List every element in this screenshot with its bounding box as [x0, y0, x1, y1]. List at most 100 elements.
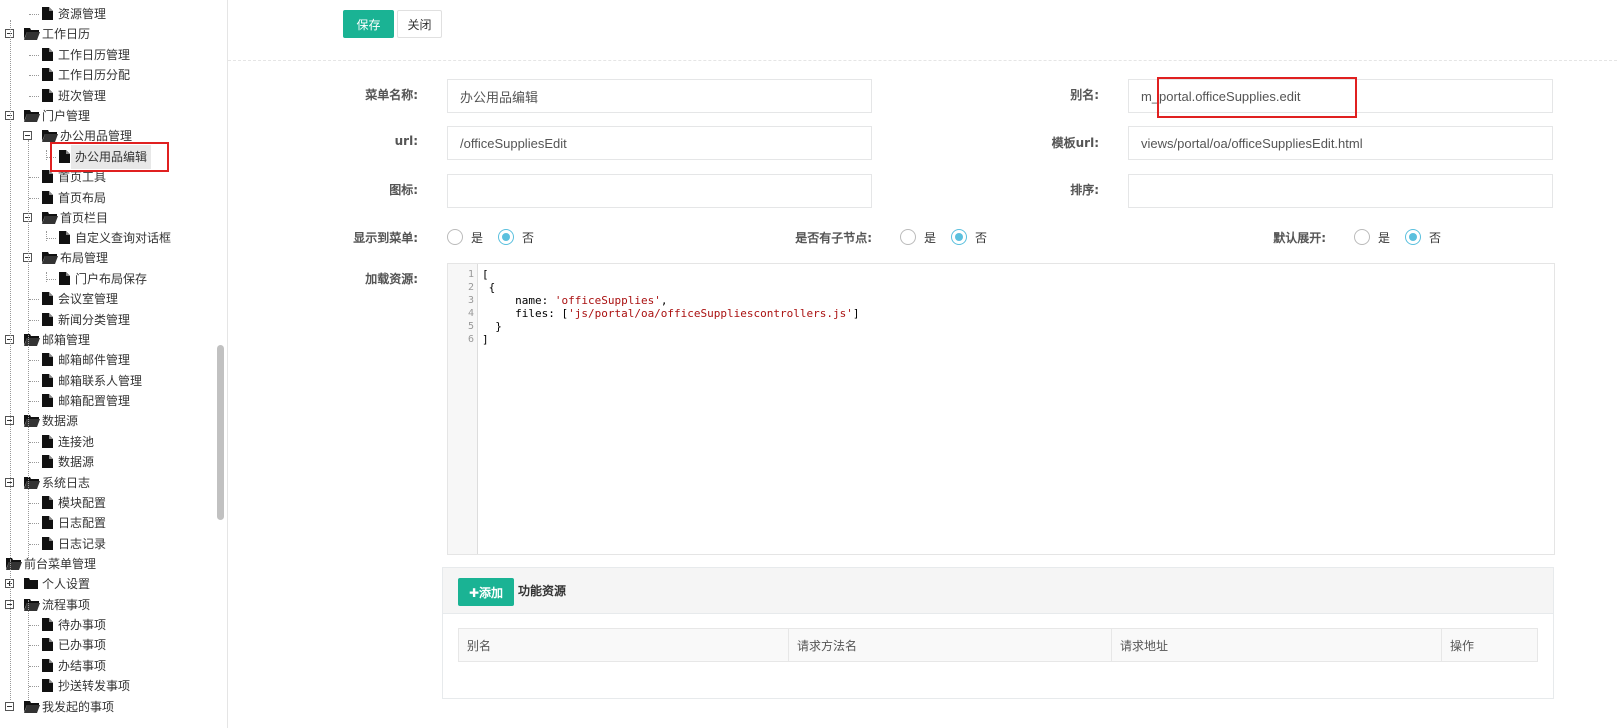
code-line: ]	[482, 333, 489, 346]
sidebar-item-label: 数据源	[58, 455, 95, 469]
sidebar-item-26[interactable]: 日志记录	[0, 534, 215, 554]
sidebar-item-3[interactable]: 工作日历分配	[0, 65, 215, 85]
tree-guide-line	[46, 231, 47, 241]
folder-open-icon	[42, 211, 58, 224]
sidebar-scrollbar[interactable]	[217, 345, 224, 520]
code-line: files: ['js/portal/oa/officeSuppliescont…	[482, 307, 860, 320]
sidebar-item-20[interactable]: 数据源	[0, 411, 215, 431]
sidebar-item-label: 资源管理	[58, 7, 107, 21]
sidebar-item-label: 流程事项	[42, 598, 91, 612]
tree-connector-line	[29, 666, 39, 667]
url-input[interactable]	[447, 126, 872, 160]
sidebar-item-16[interactable]: 邮箱管理	[0, 330, 215, 350]
sidebar-item-25[interactable]: 日志配置	[0, 513, 215, 533]
default-expand-no-radio[interactable]	[1405, 229, 1421, 245]
tree-connector-line	[29, 14, 39, 15]
default-expand-yes-radio[interactable]	[1354, 229, 1370, 245]
folder-open-icon	[24, 333, 40, 346]
plus-icon: ✚	[468, 586, 480, 600]
file-icon	[42, 68, 53, 81]
default-expand-no-label: 否	[1429, 231, 1442, 245]
tree-guide-line	[46, 150, 47, 160]
tree-connector-line	[29, 55, 39, 56]
function-resources-panel: ✚添加 功能资源 别名 请求方法名 请求地址 操作	[442, 567, 1554, 699]
file-icon	[42, 618, 53, 631]
has-children-yes-radio[interactable]	[900, 229, 916, 245]
default-expand-yes-label: 是	[1378, 231, 1391, 245]
tree-connector-line	[29, 299, 39, 300]
code-line: [	[482, 268, 489, 281]
sidebar-item-21[interactable]: 连接池	[0, 432, 215, 452]
sidebar-item-19[interactable]: 邮箱配置管理	[0, 391, 215, 411]
folder-open-icon	[24, 598, 40, 611]
sidebar-item-label: 系统日志	[42, 476, 91, 490]
sidebar-item-31[interactable]: 已办事项	[0, 635, 215, 655]
tree-guide-line	[10, 20, 11, 560]
close-button[interactable]: 关闭	[397, 10, 442, 38]
sidebar-item-11[interactable]: 自定义查询对话框	[0, 228, 215, 248]
sidebar-item-34[interactable]: 我发起的事项	[0, 697, 215, 717]
save-button[interactable]: 保存	[343, 10, 394, 38]
sidebar-item-label: 我发起的事项	[42, 700, 115, 714]
collapse-toggle-icon[interactable]	[5, 702, 14, 711]
sidebar-item-label: 门户布局保存	[75, 272, 148, 286]
tree-guide-line	[46, 272, 47, 282]
add-resource-button[interactable]: ✚添加	[458, 578, 514, 606]
has-children-no-radio[interactable]	[951, 229, 967, 245]
sidebar-item-13[interactable]: 门户布局保存	[0, 269, 215, 289]
sidebar-item-33[interactable]: 抄送转发事项	[0, 676, 215, 696]
tree-connector-line	[29, 686, 39, 687]
sidebar-item-label: 待办事项	[58, 618, 107, 632]
file-icon	[42, 353, 53, 366]
template-url-label: 模板url:	[1051, 136, 1099, 150]
sidebar-item-label: 工作日历分配	[58, 68, 131, 82]
sidebar-item-5[interactable]: 门户管理	[0, 106, 215, 126]
folder-open-icon	[42, 129, 58, 142]
tree-connector-line	[29, 462, 39, 463]
sidebar-item-30[interactable]: 待办事项	[0, 615, 215, 635]
sidebar-item-4[interactable]: 班次管理	[0, 86, 215, 106]
collapse-toggle-icon[interactable]	[23, 131, 32, 140]
show-in-menu-yes-radio[interactable]	[447, 229, 463, 245]
code-line: {	[482, 281, 496, 294]
sidebar-item-0[interactable]: 资源管理	[0, 4, 215, 24]
line-number: 4	[467, 308, 474, 319]
file-icon	[42, 191, 53, 204]
show-in-menu-no-radio[interactable]	[498, 229, 514, 245]
sidebar-item-14[interactable]: 会议室管理	[0, 289, 215, 309]
sidebar-item-23[interactable]: 系统日志	[0, 473, 215, 493]
sidebar-item-32[interactable]: 办结事项	[0, 656, 215, 676]
sidebar-item-label: 日志记录	[58, 537, 107, 551]
file-icon	[42, 537, 53, 550]
sidebar-item-12[interactable]: 布局管理	[0, 248, 215, 268]
sidebar-item-label: 门户管理	[42, 109, 91, 123]
sidebar-item-18[interactable]: 邮箱联系人管理	[0, 371, 215, 391]
column-header-alias: 别名	[458, 628, 789, 662]
load-resources-label: 加载资源:	[365, 272, 418, 286]
file-icon	[42, 48, 53, 61]
icon-input[interactable]	[447, 174, 872, 208]
sidebar-item-22[interactable]: 数据源	[0, 452, 215, 472]
sidebar-item-1[interactable]: 工作日历	[0, 24, 215, 44]
file-icon	[42, 7, 53, 20]
sidebar-item-17[interactable]: 邮箱邮件管理	[0, 350, 215, 370]
has-children-yes-label: 是	[924, 231, 937, 245]
sidebar-item-15[interactable]: 新闻分类管理	[0, 310, 215, 330]
sidebar: 资源管理 工作日历 工作日历管理 工作日历分配 班次管理 门户管理 办公用品管理 办公用品编辑…	[0, 0, 228, 728]
sidebar-item-27[interactable]: 前台菜单管理	[0, 554, 215, 574]
sidebar-item-29[interactable]: 流程事项	[0, 595, 215, 615]
menu-name-input[interactable]	[447, 79, 872, 113]
folder-open-icon	[6, 557, 22, 570]
code-editor[interactable]: 1 2 3 4 5 6 [ { name: 'officeSupplies', files…	[447, 263, 1555, 555]
sidebar-item-24[interactable]: 模块配置	[0, 493, 215, 513]
line-number: 6	[467, 334, 474, 345]
sidebar-item-2[interactable]: 工作日历管理	[0, 45, 215, 65]
default-expand-label: 默认展开:	[1273, 231, 1326, 245]
template-url-input[interactable]	[1128, 126, 1553, 160]
sidebar-item-9[interactable]: 首页布局	[0, 188, 215, 208]
sidebar-item-label: 工作日历	[42, 27, 91, 41]
sidebar-item-10[interactable]: 首页栏目	[0, 208, 215, 228]
sort-input[interactable]	[1128, 174, 1553, 208]
code-line: name: 'officeSupplies',	[482, 294, 668, 307]
sidebar-item-28[interactable]: 个人设置	[0, 574, 215, 594]
